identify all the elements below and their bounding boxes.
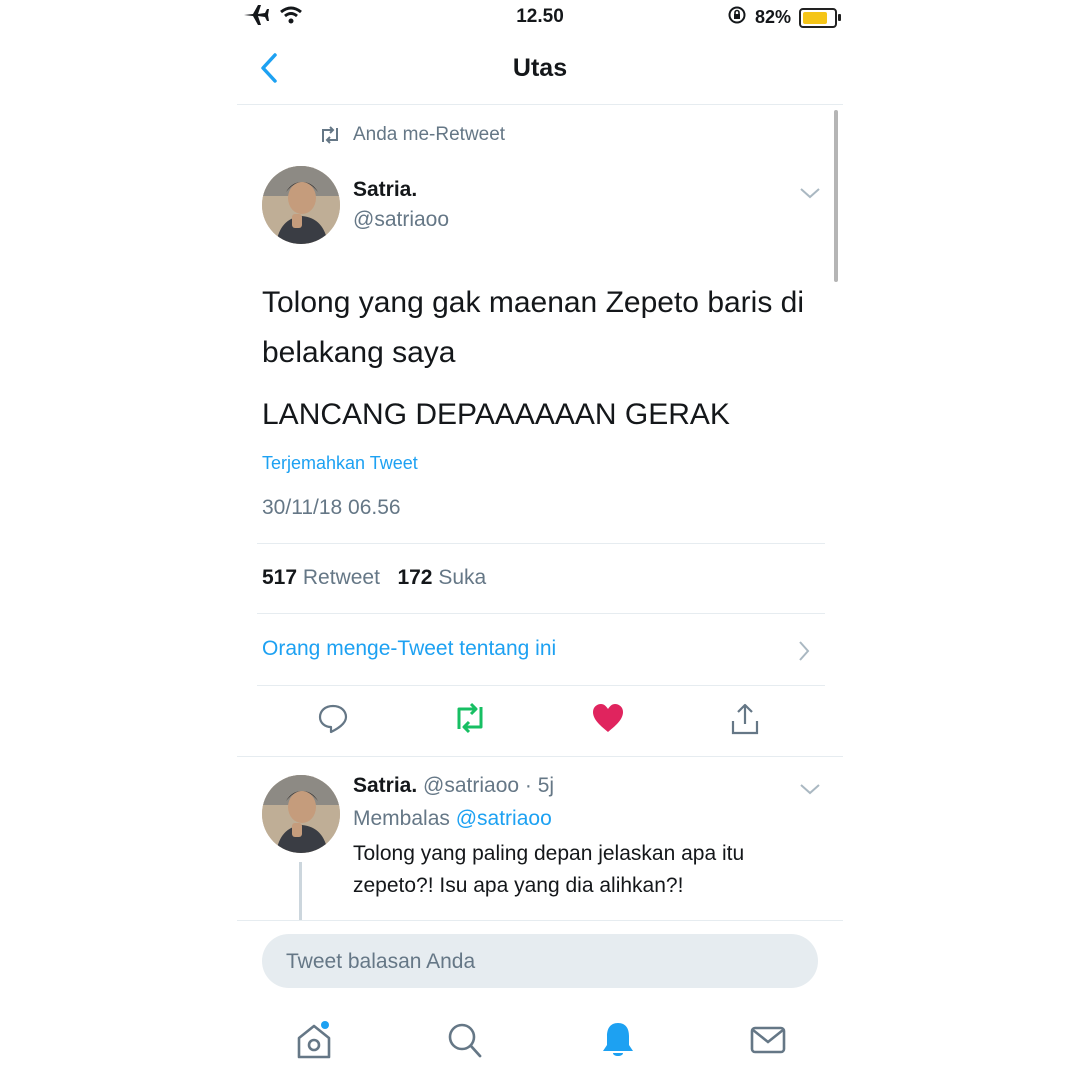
retweet-small-icon bbox=[322, 126, 338, 144]
replying-prefix: Membalas bbox=[353, 807, 450, 830]
retweet-icon bbox=[457, 702, 483, 734]
reply-icon bbox=[318, 704, 348, 734]
battery-tip bbox=[838, 13, 841, 21]
messages-icon bbox=[750, 1026, 786, 1054]
reply-text: Tolong yang paling depan jelaskan apa it… bbox=[353, 842, 745, 897]
home-icon bbox=[297, 1021, 331, 1059]
translate-tweet-link[interactable]: Terjemahkan Tweet bbox=[262, 453, 418, 474]
chevron-down-icon bbox=[800, 784, 820, 795]
chevron-down-icon bbox=[800, 188, 820, 199]
reply-author-handle[interactable]: @satriaoo bbox=[423, 774, 519, 797]
tweet-timestamp: 30/11/18 06.56 bbox=[262, 496, 401, 519]
tab-messages[interactable] bbox=[749, 1020, 787, 1065]
battery-icon bbox=[799, 7, 841, 28]
retweet-context-label: Anda me-Retweet bbox=[353, 124, 506, 145]
quote-tweets-chevron[interactable] bbox=[797, 640, 811, 667]
nav-header: Utas bbox=[237, 34, 843, 105]
tab-home[interactable] bbox=[295, 1020, 333, 1065]
thread-line bbox=[299, 862, 302, 920]
chevron-right-icon bbox=[799, 641, 810, 661]
scrollbar[interactable] bbox=[834, 110, 838, 282]
reply-menu-button[interactable] bbox=[799, 782, 821, 801]
tweet-action-bar bbox=[237, 688, 843, 756]
reply-avatar[interactable] bbox=[262, 775, 340, 853]
tab-notifications[interactable] bbox=[599, 1020, 637, 1065]
reply-meta: Satria. @satriaoo · 5j bbox=[353, 774, 554, 798]
tweet-menu-button[interactable] bbox=[799, 186, 821, 205]
author-handle[interactable]: @satriaoo bbox=[353, 208, 449, 232]
notifications-icon bbox=[603, 1023, 633, 1056]
share-icon bbox=[731, 703, 759, 735]
replying-mention[interactable]: @satriaoo bbox=[456, 807, 552, 830]
like-count-label[interactable]: Suka bbox=[438, 566, 486, 589]
retweet-count[interactable]: 517 bbox=[262, 566, 297, 589]
phone-screen: 12.50 82% Utas Anda me-Retweet Satria. @… bbox=[237, 0, 843, 1080]
reply-input[interactable] bbox=[284, 934, 788, 990]
tab-search[interactable] bbox=[445, 1020, 483, 1065]
quote-tweets-link[interactable]: Orang menge-Tweet tentang ini bbox=[262, 637, 556, 661]
retweet-button[interactable] bbox=[452, 702, 488, 739]
tweet-text-line2: LANCANG DEPAAAAAAN GERAK bbox=[262, 398, 730, 431]
divider bbox=[237, 756, 843, 757]
like-button[interactable] bbox=[591, 702, 625, 739]
avatar[interactable] bbox=[262, 166, 340, 244]
rotation-lock-icon bbox=[727, 5, 747, 30]
battery-fill bbox=[803, 11, 828, 24]
reply-composer[interactable] bbox=[262, 934, 818, 990]
search-icon bbox=[448, 1023, 482, 1058]
like-count[interactable]: 172 bbox=[397, 566, 432, 589]
page-title: Utas bbox=[512, 54, 568, 82]
divider bbox=[257, 543, 825, 544]
replying-to: Membalas @satriaoo bbox=[353, 807, 552, 831]
retweet-context: Anda me-Retweet bbox=[319, 124, 505, 146]
author-name[interactable]: Satria. bbox=[353, 178, 417, 202]
divider bbox=[237, 920, 843, 921]
heart-icon bbox=[593, 704, 623, 732]
status-right: 82% bbox=[727, 5, 841, 30]
reply-author-name[interactable]: Satria. bbox=[353, 774, 417, 797]
battery-percent: 82% bbox=[754, 7, 791, 27]
tab-bar bbox=[237, 1000, 843, 1080]
reply-time: · 5j bbox=[524, 774, 555, 797]
tweet-stats: 517 Retweet 172 Suka bbox=[262, 566, 486, 590]
divider bbox=[257, 613, 825, 614]
reply-button[interactable] bbox=[317, 702, 349, 739]
share-button[interactable] bbox=[729, 702, 761, 741]
tweet-text: Tolong yang gak maenan Zepeto baris di b… bbox=[262, 286, 805, 369]
retweet-count-label[interactable]: Retweet bbox=[303, 566, 380, 589]
status-bar: 12.50 82% bbox=[237, 0, 843, 34]
divider bbox=[257, 685, 825, 686]
